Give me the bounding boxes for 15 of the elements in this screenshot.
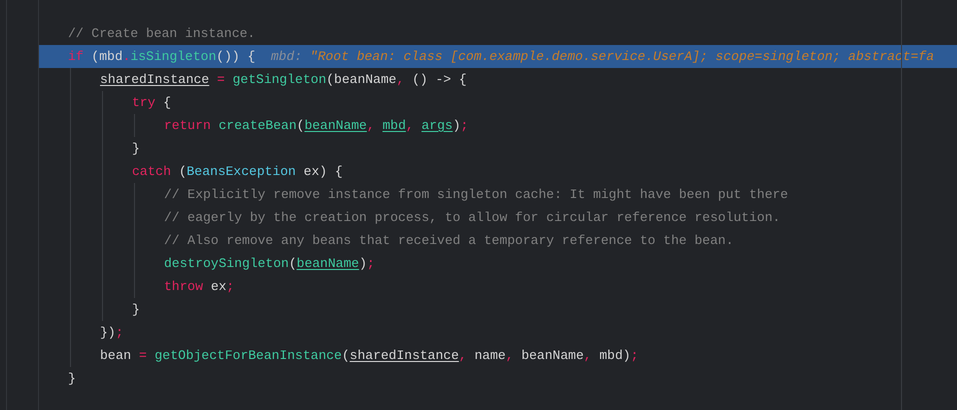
code-line: // Explicitly remove instance from singleton cache: It might have been put there bbox=[164, 186, 790, 204]
code-line: throw ex; bbox=[164, 278, 236, 296]
code-line: }); bbox=[100, 324, 124, 342]
code-line: } bbox=[67, 370, 77, 388]
code-line: destroySingleton(beanName); bbox=[164, 255, 376, 273]
code-line: // eagerly by the creation process, to allow for circular reference resolution. bbox=[164, 209, 782, 227]
code-line: sharedInstance = getSingleton(beanName, () -> { bbox=[100, 71, 468, 89]
code-line: bean = getObjectForBeanInstance(sharedInstance, name, beanName, mbd); bbox=[100, 347, 640, 365]
code-line: return createBean(beanName, mbd, args); bbox=[164, 117, 470, 135]
code-line: // Create bean instance. bbox=[67, 25, 256, 43]
code-line: } bbox=[132, 140, 141, 158]
code-line: } bbox=[132, 301, 141, 319]
code-line: try { bbox=[132, 94, 172, 112]
code-line: catch (BeansException ex) { bbox=[132, 163, 344, 181]
code-line: // Also remove any beans that received a temporary reference to the bean. bbox=[164, 232, 734, 250]
